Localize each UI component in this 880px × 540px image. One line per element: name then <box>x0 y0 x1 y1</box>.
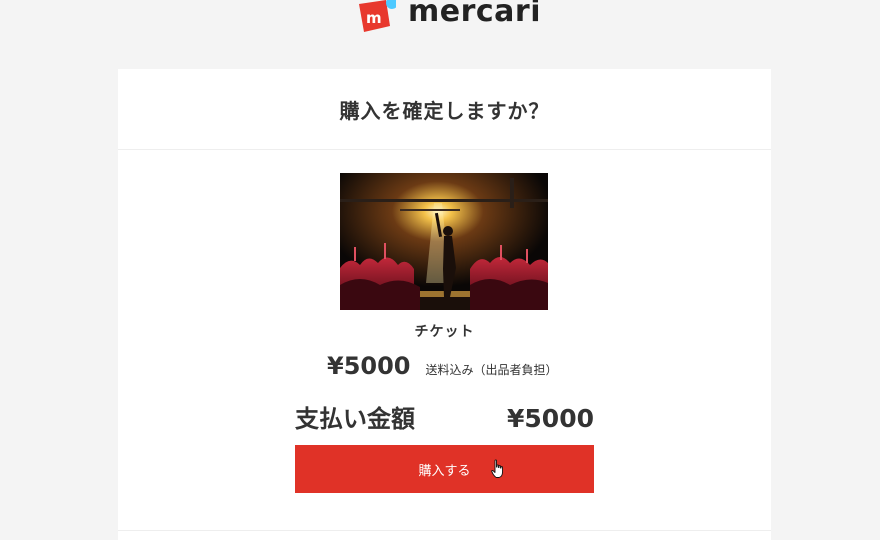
dialog-title: 購入を確定しますか？ <box>339 98 550 123</box>
svg-text:m: m <box>366 9 382 27</box>
mercari-logo[interactable]: m mercari <box>356 0 541 34</box>
purchase-confirm-page: m mercari 購入を確定しますか？ チケット ¥5000 送料込み（出品者… <box>0 0 880 540</box>
purchase-button[interactable]: 購入する <box>295 445 594 493</box>
confirm-card: 購入を確定しますか？ チケット ¥5000 送料込み（出品者負担） 支払い金額 … <box>118 69 771 540</box>
product-name: チケット <box>414 324 475 340</box>
payment-total-label: 支払い金額 <box>295 405 415 433</box>
payment-total-row: 支払い金額 ¥5000 <box>295 399 594 434</box>
card-header: 購入を確定しますか？ <box>118 69 771 150</box>
logo-wordmark: mercari <box>408 0 542 29</box>
product-image <box>340 173 548 310</box>
price-row: ¥5000 送料込み（出品者負担） <box>327 352 558 380</box>
hand-pointer-icon <box>491 459 505 479</box>
purchase-button-label: 購入する <box>418 463 471 479</box>
shipping-note: 送料込み（出品者負担） <box>425 363 558 377</box>
payment-total-value: ¥5000 <box>507 404 594 433</box>
card-divider <box>118 530 771 531</box>
mercari-logo-icon: m <box>356 0 396 34</box>
product-price: ¥5000 <box>327 352 411 380</box>
